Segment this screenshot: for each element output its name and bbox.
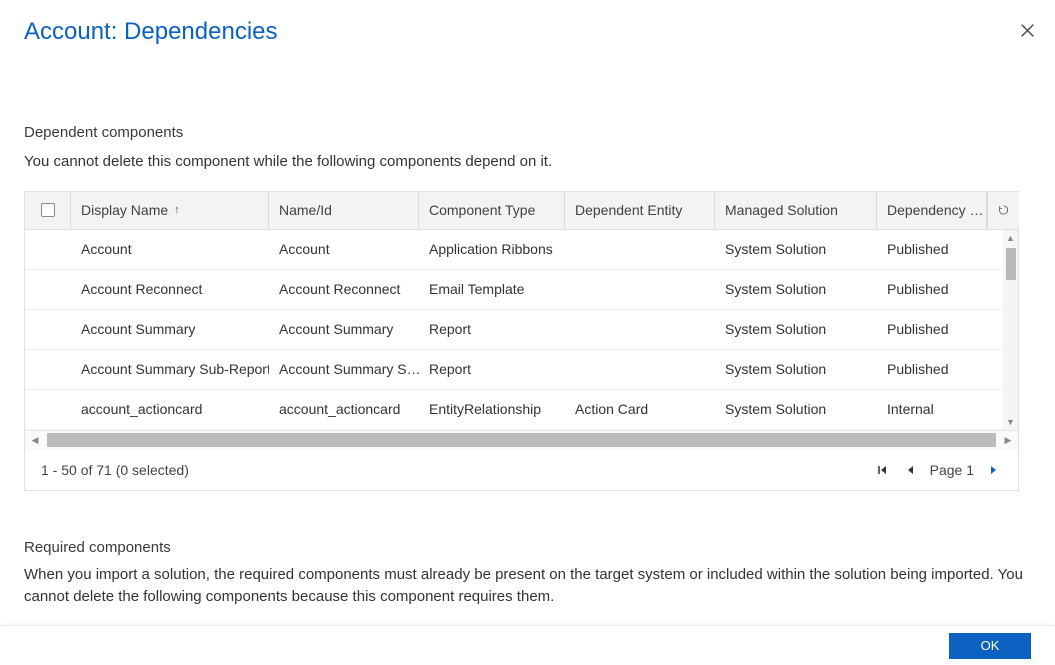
chevron-left-icon <box>904 464 916 476</box>
required-heading: Required components <box>24 539 1031 556</box>
column-managed-solution[interactable]: Managed Solution <box>715 192 877 229</box>
column-dependent-entity-label: Dependent Entity <box>575 202 682 218</box>
table-row[interactable]: Account Reconnect Account Reconnect Emai… <box>25 270 1005 310</box>
cell-managed-solution: System Solution <box>715 390 877 429</box>
scroll-down-icon[interactable]: ▼ <box>1003 414 1018 430</box>
table-row[interactable]: Account Summary Sub-Report Account Summa… <box>25 350 1005 390</box>
cell-name-id: Account Reconnect <box>269 270 419 309</box>
column-name-id-label: Name/Id <box>279 202 332 218</box>
close-button[interactable] <box>1017 20 1037 40</box>
first-page-button[interactable] <box>874 462 890 478</box>
cell-component-type: Email Template <box>419 270 565 309</box>
vertical-scrollbar[interactable]: ▲ ▼ <box>1003 230 1018 430</box>
horizontal-scrollbar[interactable]: ◀ ▶ <box>25 430 1018 450</box>
scroll-right-icon[interactable]: ▶ <box>998 430 1018 450</box>
prev-page-button[interactable] <box>902 462 918 478</box>
cell-display-name: account_actioncard <box>71 390 269 429</box>
table-row[interactable]: account_actioncard account_actioncard En… <box>25 390 1005 430</box>
cell-component-type: Report <box>419 310 565 349</box>
dialog-footer: OK <box>0 625 1055 665</box>
cell-dependency: Published <box>877 230 987 269</box>
record-status: 1 - 50 of 71 (0 selected) <box>41 462 189 478</box>
grid-header: Display Name ↑ Name/Id Component Type De… <box>25 192 1018 230</box>
first-page-icon <box>876 464 888 476</box>
cell-managed-solution: System Solution <box>715 230 877 269</box>
cell-component-type: EntityRelationship <box>419 390 565 429</box>
close-icon <box>1021 24 1034 37</box>
table-row[interactable]: Account Account Application Ribbons Syst… <box>25 230 1005 270</box>
cell-dependent-entity <box>565 310 715 349</box>
cell-display-name: Account <box>71 230 269 269</box>
dependent-heading: Dependent components <box>24 124 1031 141</box>
cell-dependency: Published <box>877 350 987 389</box>
scroll-up-icon[interactable]: ▲ <box>1003 230 1018 246</box>
column-display-name[interactable]: Display Name ↑ <box>71 192 269 229</box>
required-text: When you import a solution, the required… <box>24 564 1031 608</box>
column-name-id[interactable]: Name/Id <box>269 192 419 229</box>
grid-body[interactable]: Account Account Application Ribbons Syst… <box>25 230 1005 430</box>
refresh-button[interactable] <box>987 192 1019 229</box>
refresh-icon <box>998 202 1009 218</box>
sort-ascending-icon: ↑ <box>174 204 180 216</box>
pager: Page 1 <box>874 462 1002 478</box>
column-component-type[interactable]: Component Type <box>419 192 565 229</box>
cell-dependent-entity: Action Card <box>565 390 715 429</box>
row-checkbox-cell[interactable] <box>25 230 71 269</box>
cell-display-name: Account Reconnect <box>71 270 269 309</box>
cell-name-id: account_actioncard <box>269 390 419 429</box>
chevron-right-icon <box>988 464 1000 476</box>
cell-name-id: Account Summary S… <box>269 350 419 389</box>
cell-display-name: Account Summary Sub-Report <box>71 350 269 389</box>
scroll-left-icon[interactable]: ◀ <box>25 430 45 450</box>
dialog-title: Account: Dependencies <box>24 18 1031 46</box>
table-row[interactable]: Account Summary Account Summary Report S… <box>25 310 1005 350</box>
column-component-type-label: Component Type <box>429 202 535 218</box>
cell-managed-solution: System Solution <box>715 270 877 309</box>
cell-dependency: Published <box>877 310 987 349</box>
cell-dependency: Internal <box>877 390 987 429</box>
select-all-cell[interactable] <box>25 192 71 229</box>
row-checkbox-cell[interactable] <box>25 270 71 309</box>
cell-dependent-entity <box>565 230 715 269</box>
cell-managed-solution: System Solution <box>715 310 877 349</box>
cell-name-id: Account Summary <box>269 310 419 349</box>
hscroll-track[interactable] <box>47 433 996 447</box>
dependencies-grid: Display Name ↑ Name/Id Component Type De… <box>24 191 1019 491</box>
grid-footer: 1 - 50 of 71 (0 selected) Page 1 <box>25 450 1018 490</box>
cell-component-type: Application Ribbons <box>419 230 565 269</box>
cell-managed-solution: System Solution <box>715 350 877 389</box>
row-checkbox-cell[interactable] <box>25 310 71 349</box>
cell-dependent-entity <box>565 270 715 309</box>
column-dependent-entity[interactable]: Dependent Entity <box>565 192 715 229</box>
column-display-name-label: Display Name <box>81 202 168 218</box>
dependent-text: You cannot delete this component while t… <box>24 151 1031 173</box>
cell-name-id: Account <box>269 230 419 269</box>
page-label: Page 1 <box>930 462 974 478</box>
row-checkbox-cell[interactable] <box>25 350 71 389</box>
cell-component-type: Report <box>419 350 565 389</box>
next-page-button[interactable] <box>986 462 1002 478</box>
cell-dependent-entity <box>565 350 715 389</box>
cell-dependency: Published <box>877 270 987 309</box>
column-dependency[interactable]: Dependency … <box>877 192 987 229</box>
select-all-checkbox[interactable] <box>41 203 55 217</box>
column-managed-solution-label: Managed Solution <box>725 202 838 218</box>
scrollbar-thumb[interactable] <box>1006 248 1016 280</box>
cell-display-name: Account Summary <box>71 310 269 349</box>
column-dependency-label: Dependency … <box>887 202 984 218</box>
ok-button[interactable]: OK <box>949 633 1031 659</box>
row-checkbox-cell[interactable] <box>25 390 71 429</box>
